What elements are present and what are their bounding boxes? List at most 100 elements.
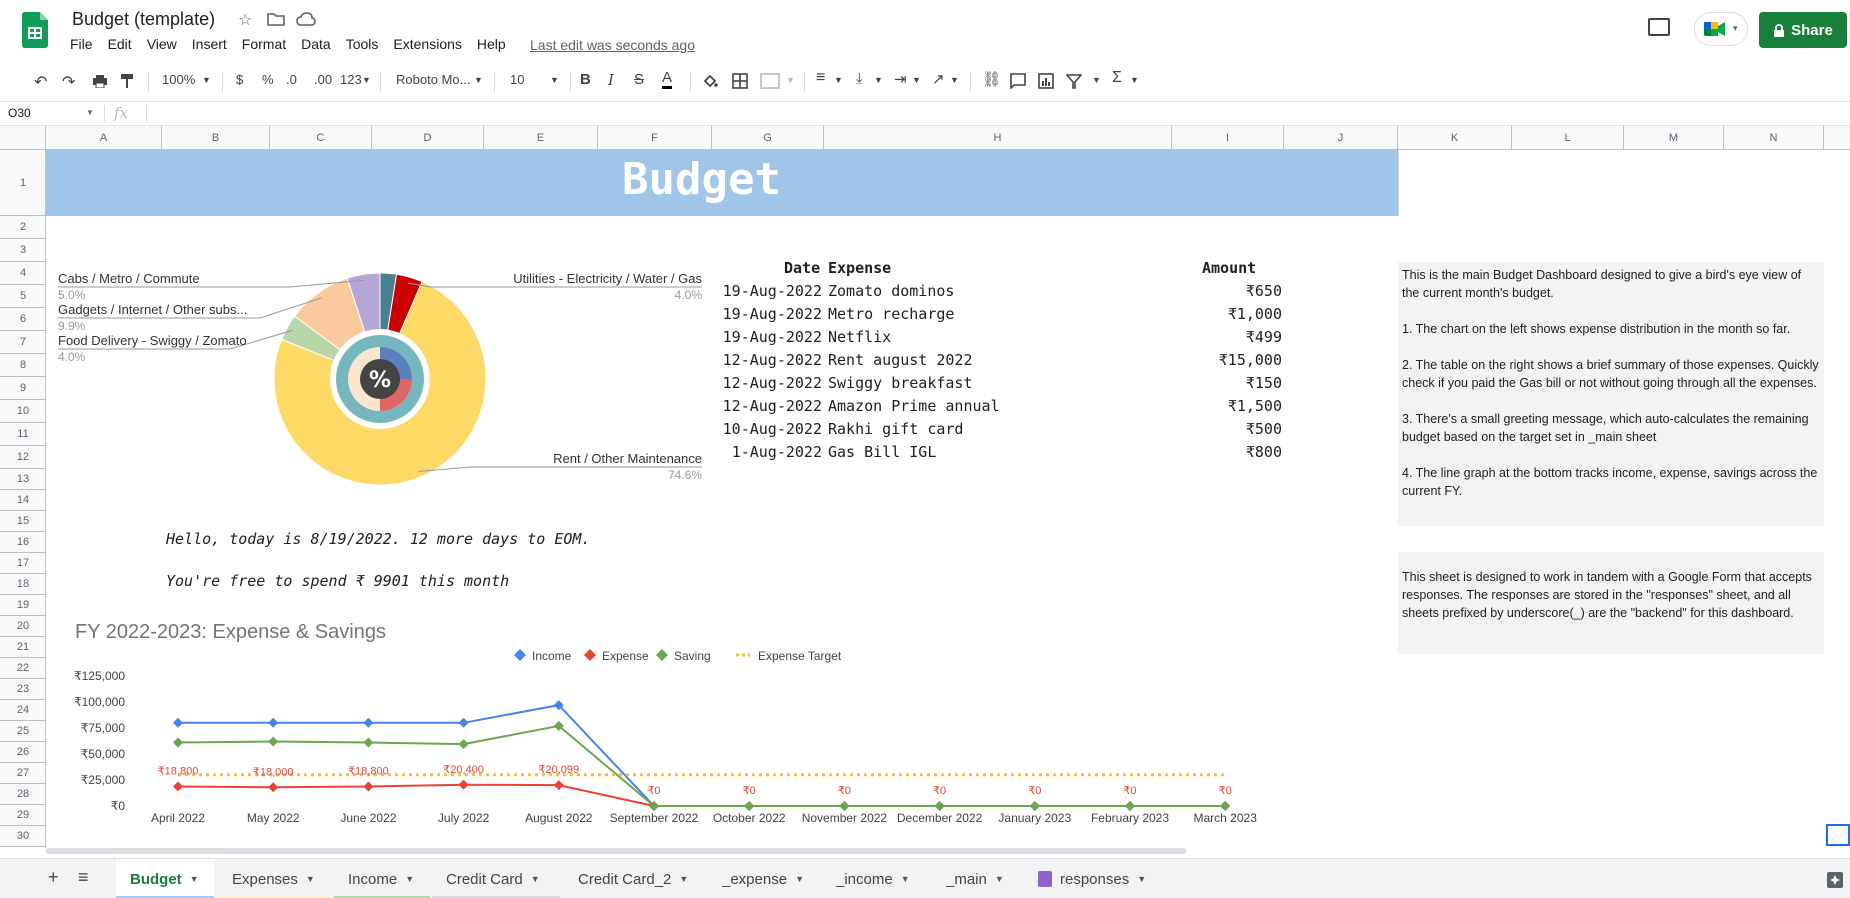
row-header-13[interactable]: 13 [0,469,46,490]
row-header-25[interactable]: 25 [0,721,46,742]
sheet-tab-expense[interactable]: _expense ▼ [708,859,818,898]
zoom-select[interactable]: 100% [162,72,195,87]
tab-menu-caret-icon[interactable]: ▼ [795,874,804,884]
doc-title[interactable]: Budget (template) [72,9,215,30]
rotation-caret-icon[interactable]: ▼ [950,75,959,85]
menu-edit[interactable]: Edit [108,36,132,52]
sheet-tab-income[interactable]: _income ▼ [822,859,928,898]
name-box-caret-icon[interactable]: ▼ [86,108,94,117]
filter-icon[interactable] [1066,73,1082,89]
row-header-7[interactable]: 7 [0,331,46,354]
tab-menu-caret-icon[interactable]: ▼ [306,874,315,884]
expense-pie-chart[interactable]: % Cabs / Metro / Commute 5.0%Gadgets / Int… [50,255,710,495]
menu-tools[interactable]: Tools [346,36,379,52]
row-header-11[interactable]: 11 [0,423,46,446]
borders-icon[interactable] [732,73,748,89]
move-folder-icon[interactable] [267,12,285,26]
font-select[interactable]: Roboto Mo... [396,72,470,87]
add-sheet-icon[interactable]: + [48,867,59,888]
row-header-22[interactable]: 22 [0,658,46,679]
tab-menu-caret-icon[interactable]: ▼ [190,874,199,884]
menu-view[interactable]: View [147,36,177,52]
sheet-tab-credit-card-2[interactable]: Credit Card_2 ▼ [564,859,704,898]
star-icon[interactable]: ☆ [238,10,252,30]
banner-right-cells[interactable] [1398,150,1824,216]
row-header-4[interactable]: 4 [0,262,46,285]
merge-cells-icon[interactable] [760,73,780,89]
row-header-16[interactable]: 16 [0,532,46,553]
row-header-29[interactable]: 29 [0,805,46,826]
formats-caret-icon[interactable]: ▼ [362,75,371,85]
tab-menu-caret-icon[interactable]: ▼ [901,874,910,884]
text-rotation-icon[interactable]: ↗ [932,70,945,88]
row-header-3[interactable]: 3 [0,239,46,262]
tab-menu-caret-icon[interactable]: ▼ [531,874,540,884]
row-header-28[interactable]: 28 [0,784,46,805]
insert-chart-icon[interactable] [1038,73,1054,89]
col-header-i[interactable]: I [1172,126,1284,150]
align-caret-icon[interactable]: ▼ [834,75,843,85]
col-header-m[interactable]: M [1624,126,1724,150]
fill-color-icon[interactable] [702,73,718,89]
tab-menu-caret-icon[interactable]: ▼ [1137,874,1146,884]
row-header-27[interactable]: 27 [0,763,46,784]
row-header-12[interactable]: 12 [0,446,46,469]
wrap-caret-icon[interactable]: ▼ [912,75,921,85]
menu-format[interactable]: Format [242,36,286,52]
zoom-caret-icon[interactable]: ▼ [202,75,211,85]
col-header-l[interactable]: L [1512,126,1624,150]
col-header-d[interactable]: D [372,126,484,150]
cloud-status-icon[interactable] [296,12,316,26]
tab-menu-caret-icon[interactable]: ▼ [679,874,688,884]
sheet-tab-responses[interactable]: responses ▼ [1024,859,1166,898]
align-horizontal-icon[interactable]: ≡ [816,69,825,87]
functions-icon[interactable]: Σ [1112,69,1122,87]
all-sheets-icon[interactable]: ≡ [78,867,89,888]
increase-decimal-button[interactable]: .00 [314,72,332,87]
valign-caret-icon[interactable]: ▼ [874,75,883,85]
row-header-1[interactable]: 1 [0,150,46,216]
col-header-n[interactable]: N [1724,126,1824,150]
row-header-15[interactable]: 15 [0,511,46,532]
merge-caret-icon[interactable]: ▼ [786,75,795,85]
menu-extensions[interactable]: Extensions [393,36,461,52]
row-header-2[interactable]: 2 [0,216,46,239]
row-header-24[interactable]: 24 [0,700,46,721]
align-vertical-icon[interactable]: ⤓ [856,70,863,87]
row-header-9[interactable]: 9 [0,377,46,400]
print-icon[interactable] [92,74,108,88]
sheet-tab-income[interactable]: Income ▼ [334,859,430,898]
col-header-k[interactable]: K [1398,126,1512,150]
row-header-14[interactable]: 14 [0,490,46,511]
redo-icon[interactable]: ↷ [62,72,75,92]
share-button[interactable]: Share [1759,12,1847,48]
text-wrap-icon[interactable]: ⇥ [894,70,907,88]
tab-menu-caret-icon[interactable]: ▼ [995,874,1004,884]
row-header-10[interactable]: 10 [0,400,46,423]
font-caret-icon[interactable]: ▼ [474,75,483,85]
tab-menu-caret-icon[interactable]: ▼ [405,874,414,884]
functions-caret-icon[interactable]: ▼ [1130,75,1139,85]
strikethrough-button[interactable]: S [634,71,644,88]
row-header-18[interactable]: 18 [0,574,46,595]
row-header-19[interactable]: 19 [0,595,46,616]
col-header-c[interactable]: C [270,126,372,150]
percent-button[interactable]: % [262,72,274,87]
col-header-j[interactable]: J [1284,126,1398,150]
comments-icon[interactable] [1648,18,1670,36]
fy-line-chart[interactable]: FY 2022-2023: Expense & Savings Income Exp… [50,610,1270,830]
col-header-h[interactable]: H [824,126,1172,150]
insert-link-icon[interactable]: ⛓ [982,70,1001,88]
col-header-a[interactable]: A [46,126,162,150]
currency-button[interactable]: $ [236,72,243,87]
select-all-corner[interactable] [0,126,46,150]
paint-format-icon[interactable] [120,73,134,89]
row-header-5[interactable]: 5 [0,285,46,308]
selected-cell-o30[interactable] [1826,824,1850,846]
more-formats-button[interactable]: 123 [340,72,362,87]
decrease-decimal-button[interactable]: .0 [286,72,297,87]
row-header-8[interactable]: 8 [0,354,46,377]
undo-icon[interactable]: ↶ [34,72,47,92]
row-header-30[interactable]: 30 [0,826,46,847]
col-header-b[interactable]: B [162,126,270,150]
